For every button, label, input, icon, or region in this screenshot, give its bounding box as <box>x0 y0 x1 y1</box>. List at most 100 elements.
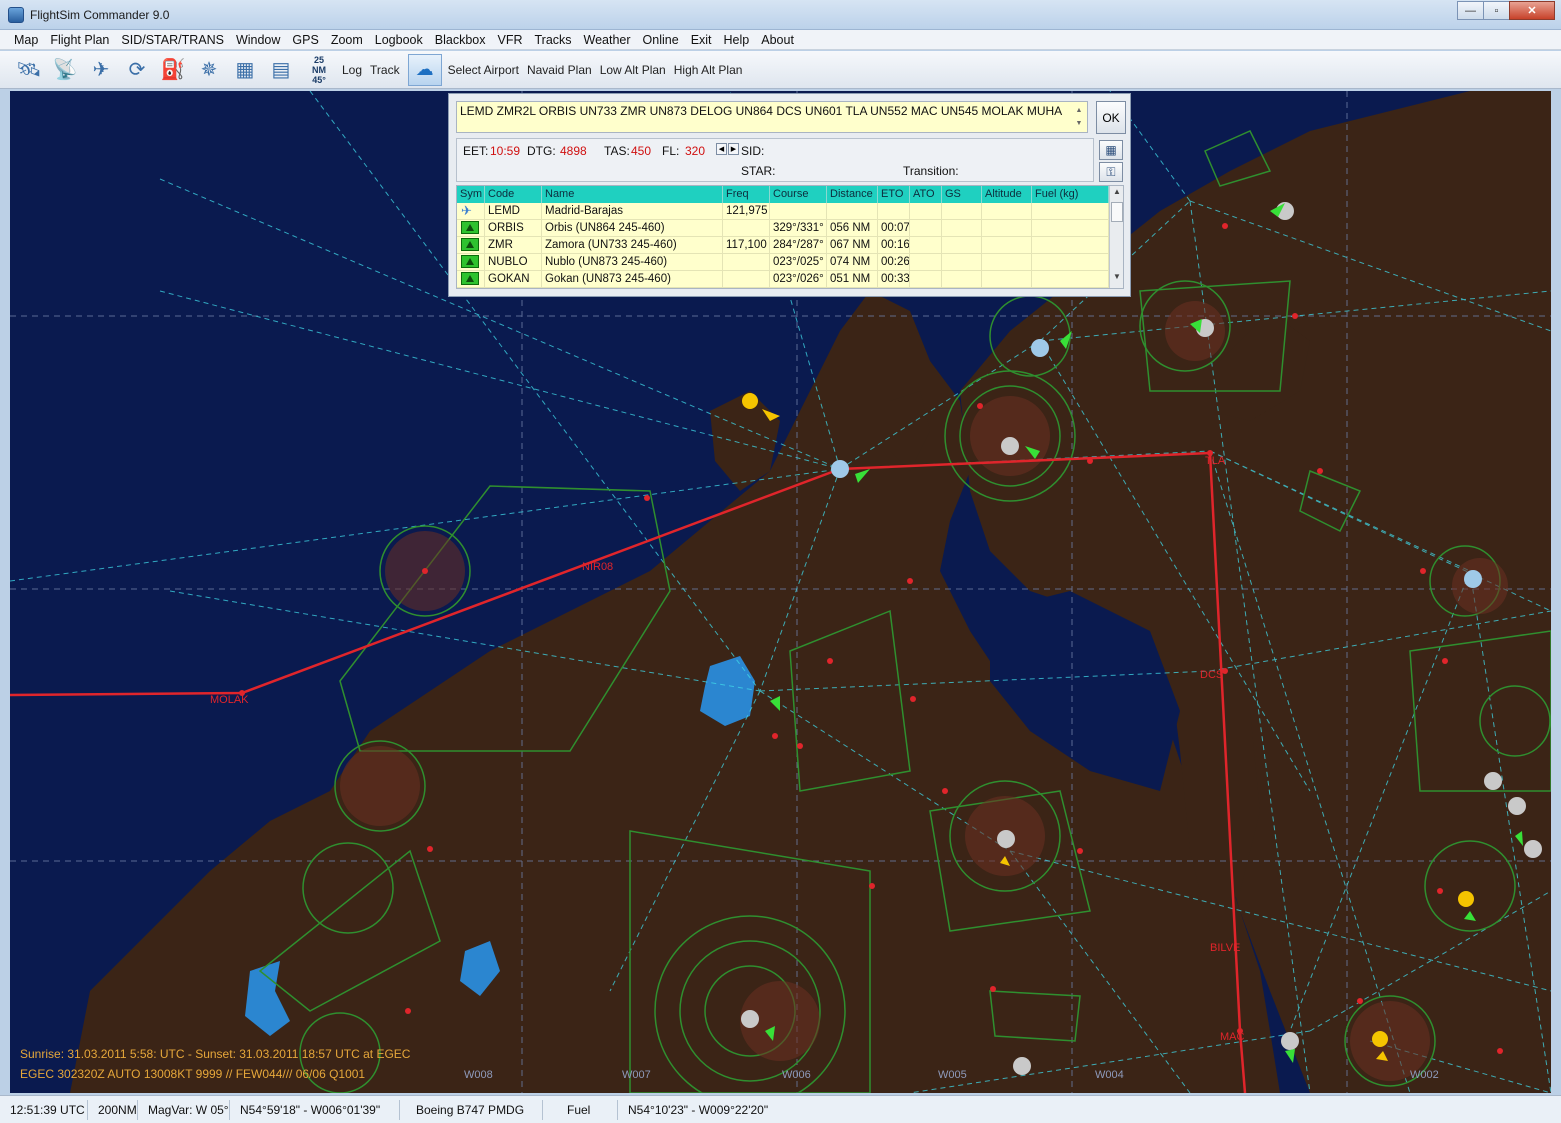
satellite-icon[interactable]: 🛰 <box>14 55 44 85</box>
row-fuel <box>1032 254 1109 271</box>
key-icon[interactable]: ⚿ <box>1099 162 1123 182</box>
menu-help[interactable]: Help <box>718 33 756 47</box>
row-eto: 00:07 <box>878 220 910 237</box>
row-gs <box>942 254 982 271</box>
row-distance: 074 NM <box>827 254 878 271</box>
table-row[interactable]: ZMR Zamora (UN733 245-460) 117,100 284°/… <box>457 237 1109 254</box>
star-label: STAR: <box>741 164 776 178</box>
col-fuel[interactable]: Fuel (kg) <box>1032 186 1109 203</box>
row-eto: 00:16 <box>878 237 910 254</box>
close-button[interactable]: ✕ <box>1509 1 1555 20</box>
status-position: N54°59'18" - W006°01'39" <box>230 1099 400 1120</box>
row-altitude <box>982 271 1032 288</box>
menu-gps[interactable]: GPS <box>286 33 324 47</box>
waypoint-icon <box>457 237 485 254</box>
route-input[interactable]: LEMD ZMR2L ORBIS UN733 ZMR UN873 DELOG U… <box>456 101 1088 133</box>
ils-icon[interactable]: ▤ <box>266 55 296 85</box>
row-name: Orbis (UN864 245-460) <box>542 220 723 237</box>
app-icon <box>8 7 24 23</box>
compass-icon[interactable]: ✵ <box>194 55 224 85</box>
row-freq: 121,975 <box>723 203 770 220</box>
status-bar: 12:51:39 UTC 200NM MagVar: W 05° N54°59'… <box>0 1095 1561 1123</box>
label-bilve: BILVE <box>1210 942 1241 954</box>
menu-about[interactable]: About <box>755 33 800 47</box>
track-button[interactable]: Track <box>370 63 400 77</box>
table-scrollbar[interactable]: ▲ ▼ <box>1109 186 1123 288</box>
row-name: Gokan (UN873 245-460) <box>542 271 723 288</box>
menu-flight-plan[interactable]: Flight Plan <box>44 33 115 47</box>
route-scroll[interactable]: ▲ ▼ <box>1073 104 1085 130</box>
ok-button[interactable]: OK <box>1096 101 1126 134</box>
col-distance[interactable]: Distance <box>827 186 878 203</box>
menu-vfr[interactable]: VFR <box>491 33 528 47</box>
holding-pattern-icon[interactable]: ⟳ <box>122 55 152 85</box>
col-gs[interactable]: GS <box>942 186 982 203</box>
airplane-icon[interactable]: ✈ <box>86 55 116 85</box>
table-row[interactable]: GOKAN Gokan (UN873 245-460) 023°/026° 05… <box>457 271 1109 288</box>
low-alt-plan-button[interactable]: Low Alt Plan <box>600 63 666 77</box>
menu-sid-star-trans[interactable]: SID/STAR/TRANS <box>115 33 230 47</box>
fl-stepper[interactable]: ◀ ▶ <box>716 143 740 155</box>
row-code: ORBIS <box>485 220 542 237</box>
fuel-truck-icon[interactable]: ⛽ <box>158 55 188 85</box>
menu-tracks[interactable]: Tracks <box>528 33 577 47</box>
row-freq <box>723 220 770 237</box>
maximize-button[interactable]: ▫ <box>1483 1 1510 20</box>
menu-online[interactable]: Online <box>637 33 685 47</box>
fl-label: FL: <box>662 144 680 158</box>
row-fuel <box>1032 237 1109 254</box>
row-fuel <box>1032 271 1109 288</box>
scroll-thumb[interactable] <box>1111 202 1123 222</box>
col-altitude[interactable]: Altitude <box>982 186 1032 203</box>
high-alt-plan-button[interactable]: High Alt Plan <box>674 63 743 77</box>
menu-window[interactable]: Window <box>230 33 286 47</box>
menu-weather[interactable]: Weather <box>578 33 637 47</box>
col-name[interactable]: Name <box>542 186 723 203</box>
col-freq[interactable]: Freq <box>723 186 770 203</box>
row-code: ZMR <box>485 237 542 254</box>
waypoint-icon <box>457 254 485 271</box>
minimize-button[interactable]: — <box>1457 1 1484 20</box>
transition-label: Transition: <box>903 164 959 178</box>
row-course: 023°/026° <box>770 271 827 288</box>
longitude-w005: W005 <box>938 1069 967 1081</box>
log-button[interactable]: Log <box>342 63 362 77</box>
row-eto: 00:26 <box>878 254 910 271</box>
row-code: NUBLO <box>485 254 542 271</box>
scroll-down-icon[interactable]: ▼ <box>1111 272 1123 286</box>
fl-decrease-icon[interactable]: ◀ <box>716 143 727 155</box>
col-code[interactable]: Code <box>485 186 542 203</box>
zoom-value: 25 <box>313 54 324 65</box>
navaid-plan-button[interactable]: Navaid Plan <box>527 63 592 77</box>
table-row[interactable]: NUBLO Nublo (UN873 245-460) 023°/025° 07… <box>457 254 1109 271</box>
eet-label: EET: <box>463 144 489 158</box>
fl-increase-icon[interactable]: ▶ <box>728 143 739 155</box>
scroll-up-icon[interactable]: ▲ <box>1111 187 1123 201</box>
metar-info: EGEC 302320Z AUTO 13008KT 9999 // FEW044… <box>20 1067 366 1081</box>
weather-toggle-icon[interactable]: ☁ <box>407 53 442 86</box>
satellite-alt-icon[interactable]: 📡 <box>50 55 80 85</box>
col-course[interactable]: Course <box>770 186 827 203</box>
row-ato <box>910 271 942 288</box>
runway-icon[interactable]: ▦ <box>230 55 260 85</box>
col-sym[interactable]: Sym <box>457 186 485 203</box>
col-eto[interactable]: ETO <box>878 186 910 203</box>
menu-zoom[interactable]: Zoom <box>325 33 369 47</box>
table-row[interactable]: ✈ LEMD Madrid-Barajas 121,975 <box>457 203 1109 220</box>
flight-stats: EET: 10:59 DTG: 4898 TAS: 450 FL: 320 ◀ … <box>456 138 1094 182</box>
select-airport-button[interactable]: Select Airport <box>448 63 519 77</box>
label-dcs: DCS <box>1200 669 1224 681</box>
col-ato[interactable]: ATO <box>910 186 942 203</box>
table-row[interactable]: ORBIS Orbis (UN864 245-460) 329°/331° 05… <box>457 220 1109 237</box>
label-nir: NIR08 <box>582 561 614 573</box>
airport-icon: ✈ <box>457 203 485 220</box>
menu-map[interactable]: Map <box>8 33 44 47</box>
table-view-icon[interactable]: ▦ <box>1099 140 1123 160</box>
menu-logbook[interactable]: Logbook <box>369 33 429 47</box>
window-title: FlightSim Commander 9.0 <box>30 8 170 22</box>
zoom-setting[interactable]: 25 NM 45° <box>302 55 336 85</box>
sid-label: SID: <box>741 144 765 158</box>
title-bar[interactable]: FlightSim Commander 9.0 — ▫ ✕ <box>0 0 1561 30</box>
menu-blackbox[interactable]: Blackbox <box>429 33 492 47</box>
menu-exit[interactable]: Exit <box>685 33 718 47</box>
